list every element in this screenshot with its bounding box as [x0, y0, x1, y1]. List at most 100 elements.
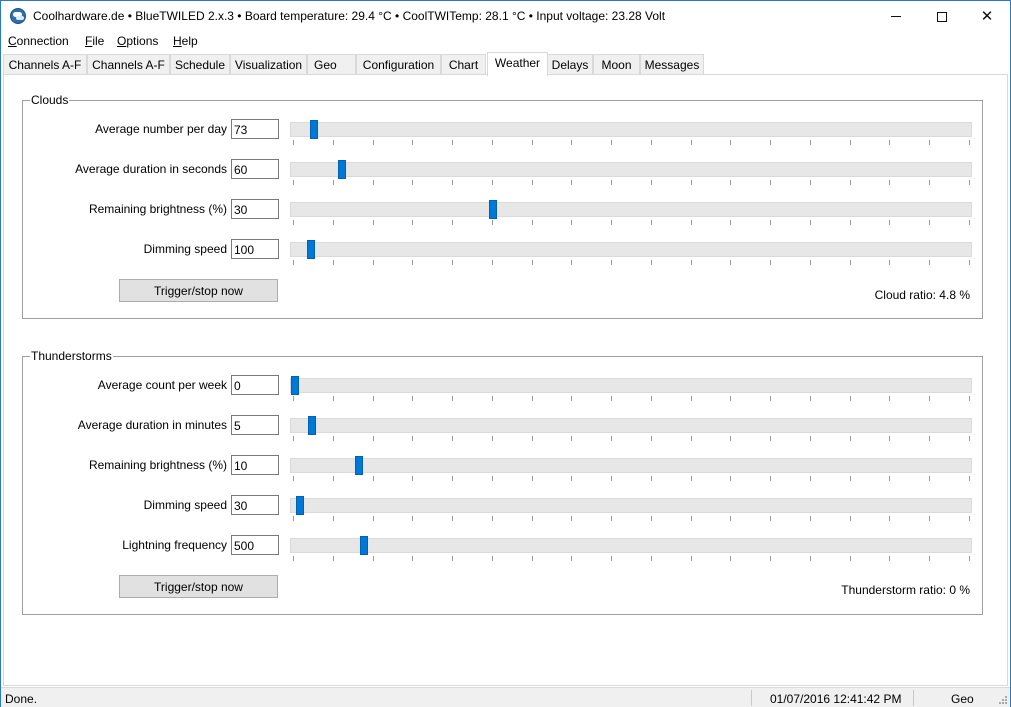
storm-avg-duration-input[interactable]: [231, 415, 279, 435]
slider-tick: [452, 476, 453, 481]
tab-schedule[interactable]: Schedule: [170, 54, 230, 75]
tab-chart[interactable]: Chart: [441, 54, 486, 75]
menu-help[interactable]: Help: [173, 34, 198, 48]
maximize-icon: [937, 11, 947, 22]
clouds-avg-duration-slider[interactable]: [290, 160, 972, 179]
clouds-remaining-brightness-input[interactable]: [231, 199, 279, 219]
slider-tick: [492, 436, 493, 441]
clouds-dimming-speed-input[interactable]: [231, 239, 279, 259]
tab-geo[interactable]: Geo: [307, 54, 356, 75]
storm-remaining-brightness-input[interactable]: [231, 455, 279, 475]
slider-tick: [571, 516, 572, 521]
slider-tick: [611, 556, 612, 561]
menu-file[interactable]: File: [85, 34, 104, 48]
slider-tick: [770, 516, 771, 521]
tab-channels-a-f-2[interactable]: Channels A-F: [87, 54, 170, 75]
storm-dimming-speed-input[interactable]: [231, 495, 279, 515]
slider-tick: [571, 140, 572, 145]
slider-tick: [373, 396, 374, 401]
slider-tick: [452, 260, 453, 265]
storm-lightning-frequency-input[interactable]: [231, 535, 279, 555]
clouds-avg-duration-ticks: [290, 180, 972, 185]
clouds-avg-duration-slider-thumb[interactable]: [338, 160, 346, 179]
clouds-avg-number-slider[interactable]: [290, 120, 972, 139]
storm-lightning-frequency-slider-thumb[interactable]: [360, 536, 368, 555]
slider-tick: [969, 556, 970, 561]
slider-tick: [532, 556, 533, 561]
storm-lightning-frequency-slider[interactable]: [290, 536, 972, 555]
slider-tick: [929, 476, 930, 481]
slider-tick: [770, 476, 771, 481]
slider-tick: [810, 436, 811, 441]
storm-avg-count-slider-thumb[interactable]: [291, 376, 299, 395]
storm-remaining-brightness-ticks: [290, 476, 972, 481]
storm-dimming-speed-slider-thumb[interactable]: [296, 496, 304, 515]
tab-weather[interactable]: Weather: [487, 52, 548, 76]
storm-avg-duration-slider[interactable]: [290, 416, 972, 435]
slider-tick: [969, 396, 970, 401]
menu-connection[interactable]: Connection: [8, 34, 69, 48]
slider-tick: [929, 396, 930, 401]
slider-tick: [730, 436, 731, 441]
clouds-dimming-speed-slider[interactable]: [290, 240, 972, 259]
slider-tick: [770, 556, 771, 561]
clouds-remaining-brightness-slider[interactable]: [290, 200, 972, 219]
storm-avg-count-input[interactable]: [231, 375, 279, 395]
slider-tick: [651, 260, 652, 265]
status-bar: Done. 01/07/2016 12:41:42 PM Geo: [1, 687, 1010, 707]
storm-trigger-button[interactable]: Trigger/stop now: [119, 575, 278, 598]
slider-tick: [929, 516, 930, 521]
slider-tick: [770, 220, 771, 225]
clouds-avg-number-slider-thumb[interactable]: [310, 120, 318, 139]
slider-tick: [373, 516, 374, 521]
tab-moon[interactable]: Moon: [593, 54, 640, 75]
slider-tick: [730, 396, 731, 401]
storm-remaining-brightness-slider[interactable]: [290, 456, 972, 475]
slider-tick: [850, 476, 851, 481]
slider-tick: [889, 140, 890, 145]
maximize-button[interactable]: [919, 1, 965, 32]
slider-tick: [333, 140, 334, 145]
storm-dimming-speed-slider[interactable]: [290, 496, 972, 515]
storm-avg-count-slider[interactable]: [290, 376, 972, 395]
slider-tick: [611, 396, 612, 401]
slider-tick: [492, 140, 493, 145]
tab-delays[interactable]: Delays: [547, 54, 593, 75]
slider-tick: [293, 556, 294, 561]
close-button[interactable]: ✕: [964, 1, 1010, 32]
clouds-avg-duration-input[interactable]: [231, 159, 279, 179]
slider-tick: [452, 516, 453, 521]
clouds-remaining-brightness-slider-thumb[interactable]: [489, 200, 497, 219]
tab-messages[interactable]: Messages: [640, 54, 704, 75]
clouds-dimming-speed-slider-thumb[interactable]: [307, 240, 315, 259]
tab-configuration[interactable]: Configuration: [356, 54, 441, 75]
slider-tick: [373, 260, 374, 265]
tab-channels-a-f-1[interactable]: Channels A-F: [3, 54, 87, 75]
clouds-dimming-speed-label: Dimming speed: [143, 242, 227, 256]
storm-remaining-brightness-slider-thumb[interactable]: [355, 456, 363, 475]
slider-tick: [492, 260, 493, 265]
slider-tick: [691, 180, 692, 185]
slider-tick: [532, 140, 533, 145]
clouds-avg-number-label: Average number per day: [95, 122, 227, 136]
slider-tick: [571, 556, 572, 561]
status-datetime: 01/07/2016 12:41:42 PM: [770, 692, 902, 706]
title-bar[interactable]: Coolhardware.de • BlueTWILED 2.x.3 • Boa…: [1, 1, 1010, 32]
menu-options[interactable]: Options: [117, 34, 158, 48]
resize-grip-icon[interactable]: [998, 695, 1008, 705]
slider-tick: [492, 556, 493, 561]
slider-tick: [333, 260, 334, 265]
slider-tick: [611, 476, 612, 481]
clouds-trigger-button[interactable]: Trigger/stop now: [119, 279, 278, 302]
slider-tick: [889, 476, 890, 481]
tab-visualization[interactable]: Visualization: [230, 54, 307, 75]
clouds-avg-number-input[interactable]: [231, 119, 279, 139]
storm-avg-duration-slider-thumb[interactable]: [308, 416, 316, 435]
app-window: Coolhardware.de • BlueTWILED 2.x.3 • Boa…: [0, 0, 1011, 707]
slider-tick: [691, 556, 692, 561]
slider-tick: [492, 220, 493, 225]
app-cloud-icon[interactable]: [10, 8, 26, 24]
minimize-button[interactable]: [873, 1, 919, 32]
slider-tick: [929, 556, 930, 561]
slider-tick: [611, 140, 612, 145]
